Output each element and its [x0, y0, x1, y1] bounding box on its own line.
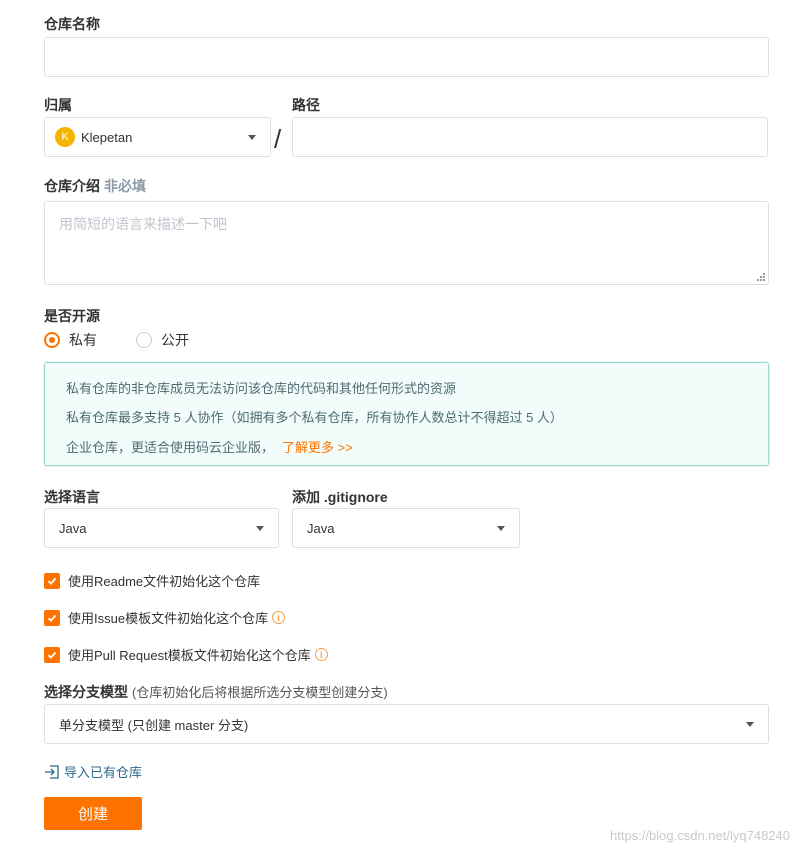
info-icon[interactable]: i — [314, 648, 328, 661]
caret-down-icon — [497, 525, 505, 531]
caret-down-icon — [256, 525, 264, 531]
repo-name-label: 仓库名称 — [44, 16, 100, 32]
import-icon — [45, 764, 59, 779]
checkbox-pr-label: 使用Pull Request模板文件初始化这个仓库 — [68, 648, 311, 663]
owner-value: Klepetan — [81, 129, 133, 145]
gitignore-select[interactable]: Java — [292, 508, 520, 548]
resize-handle-icon[interactable] — [755, 271, 765, 281]
checkbox-pr-template[interactable]: 使用Pull Request模板文件初始化这个仓库 i — [44, 645, 328, 664]
visibility-label: 是否开源 — [44, 308, 100, 324]
branch-model-label: 选择分支模型 (仓库初始化后将根据所选分支模型创建分支) — [44, 684, 388, 700]
description-label: 仓库介绍 非必填 — [44, 178, 146, 194]
avatar: K — [55, 127, 75, 147]
gitignore-value: Java — [307, 520, 335, 536]
branch-model-hint: (仓库初始化后将根据所选分支模型创建分支) — [132, 685, 388, 700]
private-notice: 私有仓库的非仓库成员无法访问该仓库的代码和其他任何形式的资源 私有仓库最多支持 … — [44, 362, 769, 466]
check-icon[interactable] — [44, 646, 60, 663]
owner-select[interactable]: K Klepetan — [44, 117, 271, 157]
language-value: Java — [59, 520, 87, 536]
repo-name-input[interactable] — [45, 38, 768, 76]
gitignore-label: 添加 .gitignore — [292, 489, 388, 505]
notice-line-2: 私有仓库最多支持 5 人协作（如拥有多个私有仓库，所有协作人数总计不得超过 5 … — [66, 410, 563, 425]
language-select[interactable]: Java — [44, 508, 279, 548]
path-input[interactable] — [293, 118, 767, 156]
info-icon[interactable]: i — [272, 611, 286, 624]
optional-tag: 非必填 — [104, 178, 146, 194]
path-separator: / — [274, 124, 282, 154]
checkbox-readme[interactable]: 使用Readme文件初始化这个仓库 — [44, 571, 260, 590]
notice-line-3: 企业仓库，更适合使用码云企业版， 了解更多 >> — [66, 440, 353, 455]
branch-model-value: 单分支模型 (只创建 master 分支) — [59, 717, 249, 733]
description-textarea[interactable] — [45, 202, 768, 284]
radio-private-dot[interactable] — [44, 332, 60, 348]
check-icon[interactable] — [44, 572, 60, 589]
radio-public-dot[interactable] — [136, 332, 152, 348]
caret-down-icon — [248, 134, 256, 140]
checkbox-issue-label: 使用Issue模板文件初始化这个仓库 — [68, 611, 269, 626]
radio-private-label: 私有 — [69, 332, 97, 348]
path-field[interactable] — [292, 117, 768, 157]
caret-down-icon — [746, 721, 754, 727]
checkbox-readme-label: 使用Readme文件初始化这个仓库 — [68, 574, 261, 589]
branch-model-select[interactable]: 单分支模型 (只创建 master 分支) — [44, 704, 769, 744]
owner-label: 归属 — [44, 97, 72, 113]
radio-private[interactable]: 私有 — [44, 330, 97, 350]
radio-public-label: 公开 — [161, 332, 189, 348]
import-repo-link[interactable]: 导入已有仓库 — [44, 762, 142, 781]
repo-name-field[interactable] — [44, 37, 769, 77]
description-field[interactable] — [44, 201, 769, 285]
path-label: 路径 — [292, 97, 320, 113]
learn-more-link[interactable]: 了解更多 >> — [282, 440, 353, 455]
create-button[interactable]: 创建 — [44, 797, 142, 830]
import-repo-label: 导入已有仓库 — [64, 765, 143, 780]
radio-public[interactable]: 公开 — [136, 330, 189, 350]
notice-line-1: 私有仓库的非仓库成员无法访问该仓库的代码和其他任何形式的资源 — [66, 381, 457, 396]
watermark: https://blog.csdn.net/lyq748240 — [610, 828, 790, 843]
language-label: 选择语言 — [44, 489, 100, 505]
checkbox-issue-template[interactable]: 使用Issue模板文件初始化这个仓库 i — [44, 608, 286, 627]
check-icon[interactable] — [44, 609, 60, 626]
